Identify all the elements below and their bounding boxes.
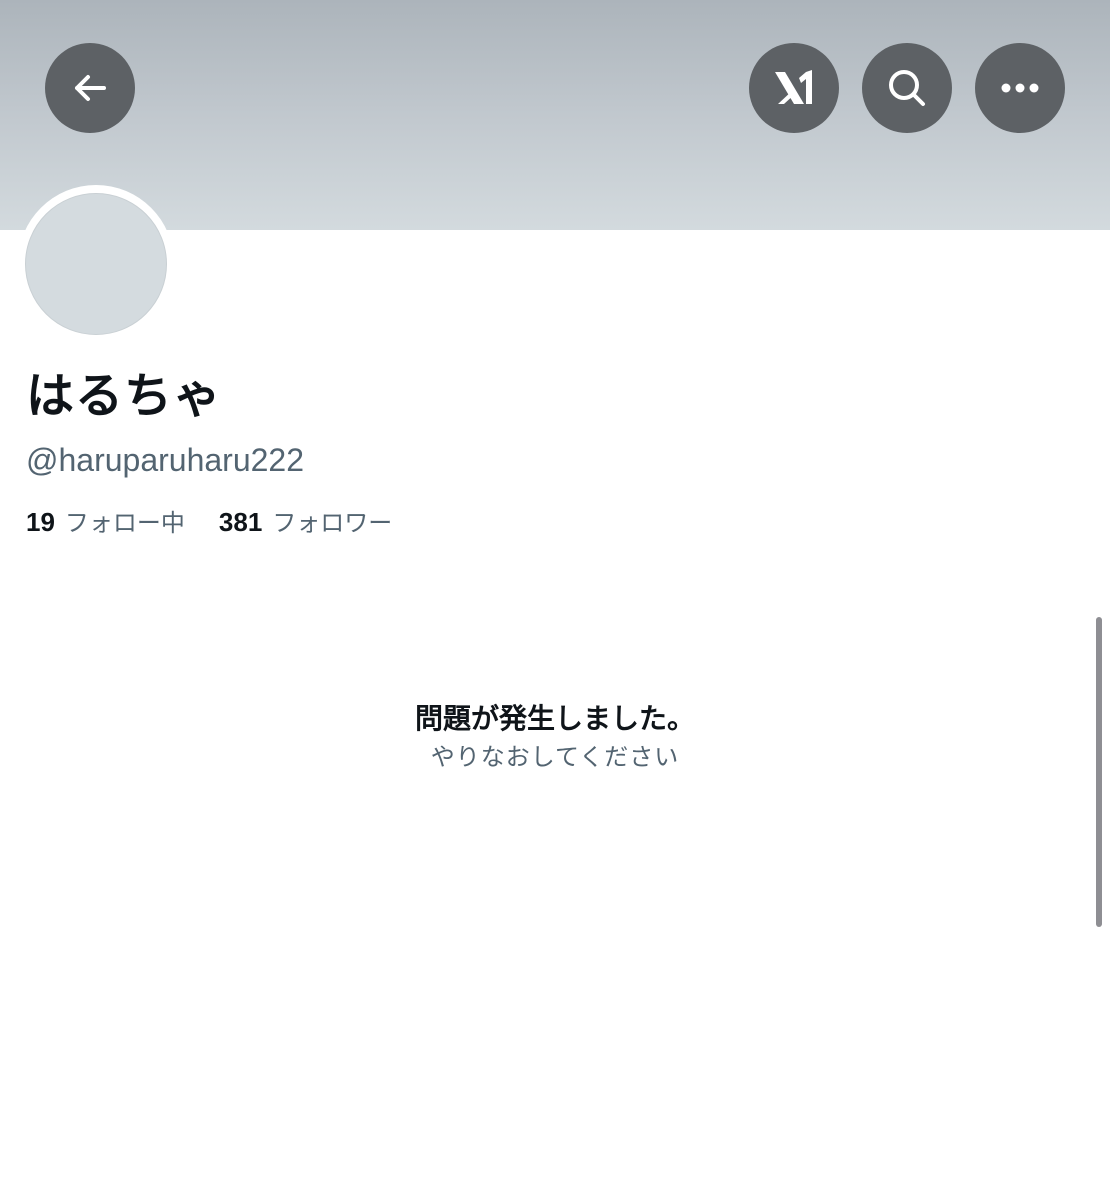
search-button[interactable] [862,43,952,133]
avatar[interactable] [25,193,167,335]
back-button[interactable] [45,43,135,133]
profile-banner [0,0,1110,230]
following-label: フォロー中 [64,508,185,537]
followers-link[interactable]: 381 フォロワー [219,503,392,538]
error-title: 問題が発生しました。 [414,702,695,735]
more-horizontal-icon [1001,83,1039,93]
display-name: はるちゃ [26,368,223,424]
arrow-left-icon [75,75,106,101]
followers-label: フォロワー [272,508,393,537]
user-handle: @haruparuharu222 [26,442,305,478]
error-subtitle: やりなおしてください [430,743,680,771]
grok-button[interactable] [749,43,839,133]
following-link[interactable]: 19 フォロー中 [26,503,185,538]
more-button[interactable] [975,43,1065,133]
follow-stats: 19 フォロー中 381 フォロワー [26,502,426,538]
followers-count: 381 [218,506,263,537]
error-message: 問題が発生しました。 やりなおしてください [0,698,1110,774]
scrollbar[interactable] [1096,617,1102,927]
search-icon [889,70,925,106]
following-count: 19 [26,506,55,537]
grok-icon [775,70,812,104]
